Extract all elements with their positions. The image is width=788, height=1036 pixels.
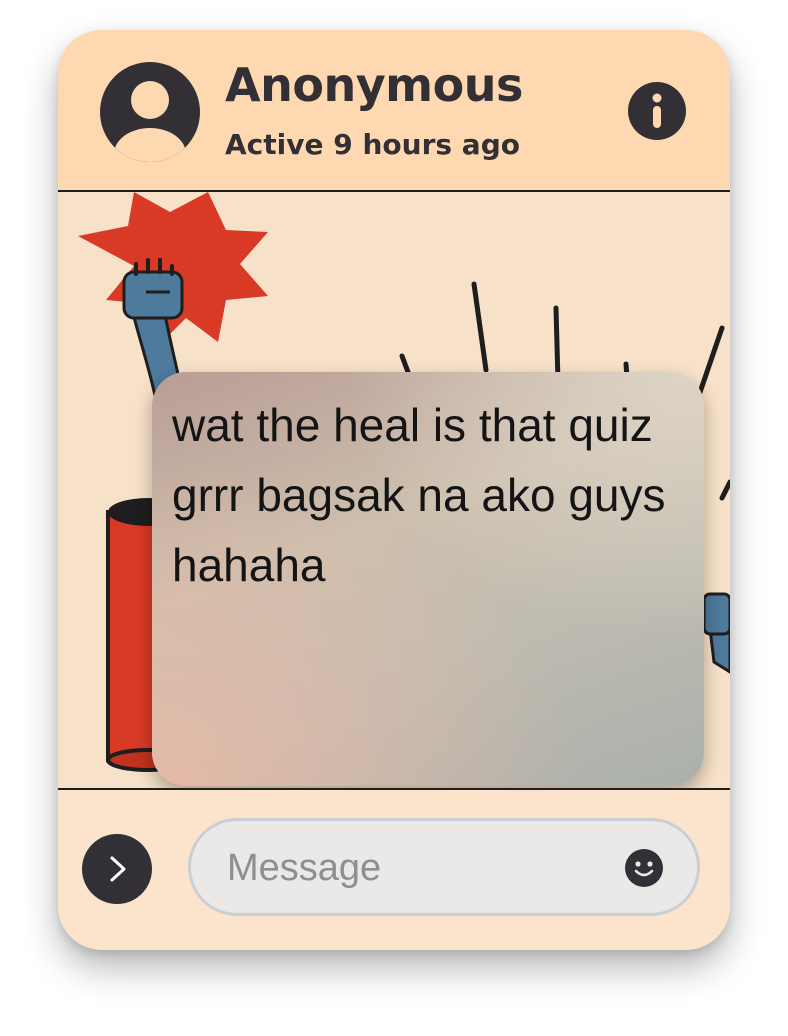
smiley-icon <box>625 849 663 887</box>
active-status: Active 9 hours ago <box>225 128 520 161</box>
chevron-right-icon <box>110 856 126 882</box>
message-text: wat the heal is that quiz grrr bagsak na… <box>172 399 666 591</box>
message-input-container <box>188 818 700 916</box>
send-button[interactable] <box>82 834 152 904</box>
emoji-button[interactable] <box>625 849 663 887</box>
message-composer <box>58 790 730 950</box>
message-area: wat the heal is that quiz grrr bagsak na… <box>58 192 730 790</box>
message-input[interactable] <box>225 839 609 897</box>
user-icon <box>114 81 186 162</box>
raised-fist-right <box>702 592 730 674</box>
info-icon <box>652 93 662 128</box>
info-button[interactable] <box>628 82 686 140</box>
chat-card: Anonymous Active 9 hours ago wat the hea… <box>58 30 730 950</box>
avatar[interactable] <box>100 62 200 162</box>
contact-name: Anonymous <box>225 58 523 112</box>
message-bubble[interactable]: wat the heal is that quiz grrr bagsak na… <box>152 372 704 786</box>
chat-header: Anonymous Active 9 hours ago <box>58 30 730 192</box>
